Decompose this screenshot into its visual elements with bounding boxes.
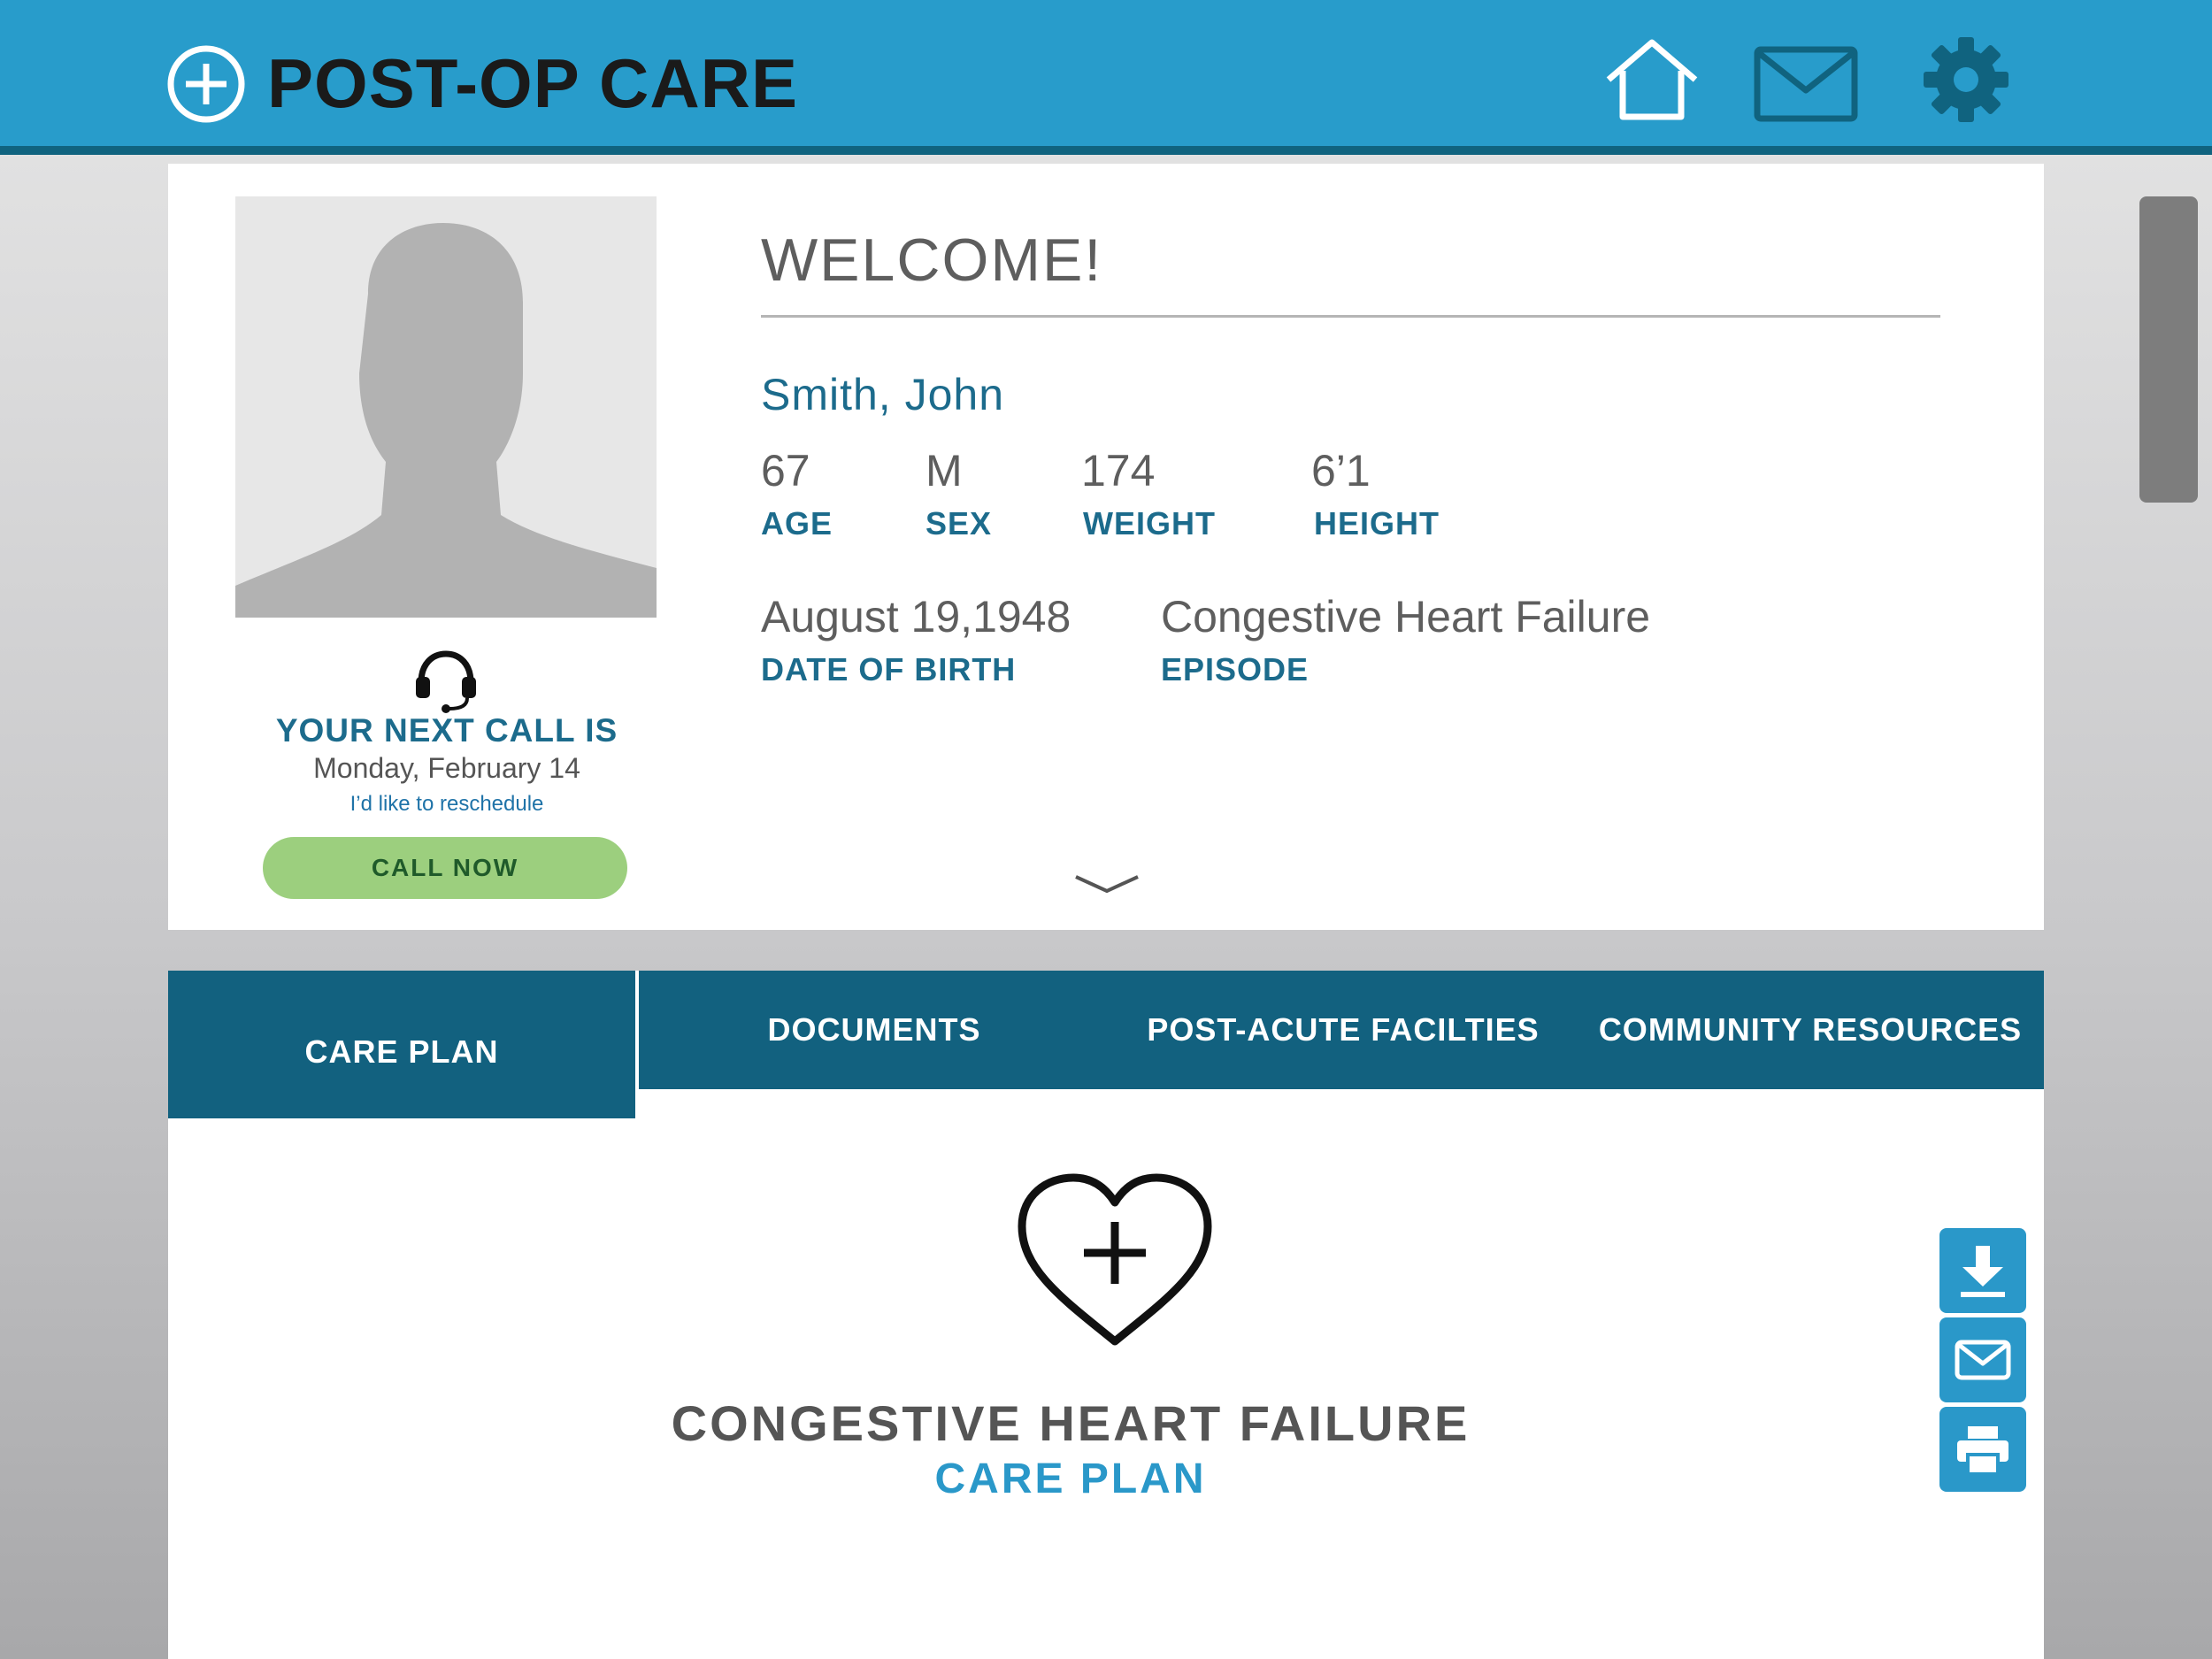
dob-label: DATE OF BIRTH (761, 651, 1017, 687)
age-label: AGE (761, 505, 833, 541)
patient-name: Smith, John (761, 370, 1005, 419)
next-call-date: Monday, February 14 (313, 752, 580, 784)
care-plan-subtitle: CARE PLAN (934, 1455, 1207, 1502)
tab-documents[interactable]: DOCUMENTS (639, 971, 1110, 1089)
welcome-heading: WELCOME! (761, 227, 1103, 294)
height-label: HEIGHT (1314, 505, 1440, 541)
episode-value: Congestive Heart Failure (1161, 592, 1651, 641)
app-header: POST-OP CARE (0, 0, 2212, 155)
email-button[interactable] (1939, 1317, 2026, 1402)
tab-community-resources[interactable]: COMMUNITY RESOURCES (1577, 971, 2044, 1089)
heart-plus-icon (1018, 1173, 1212, 1346)
height-value: 6’1 (1311, 446, 1371, 495)
download-icon (1961, 1246, 2005, 1297)
sex-label: SEX (926, 505, 993, 541)
profile-card: YOUR NEXT CALL IS Monday, February 14 I’… (168, 164, 2044, 930)
person-silhouette-icon (235, 223, 657, 618)
download-button[interactable] (1939, 1228, 2026, 1313)
reschedule-link[interactable]: I’d like to reschedule (212, 792, 681, 817)
mail-icon[interactable] (1754, 44, 1858, 124)
call-now-button[interactable]: CALL NOW (263, 837, 627, 899)
episode-label: EPISODE (1161, 651, 1310, 687)
tab-post-acute-facilities[interactable]: POST-ACUTE FACILTIES (1110, 971, 1577, 1089)
tab-divider (635, 971, 639, 1089)
gear-icon[interactable] (1922, 35, 2010, 124)
care-plan-title: CONGESTIVE HEART FAILURE (671, 1395, 1471, 1451)
tab-bar: CARE PLAN DOCUMENTS POST-ACUTE FACILTIES… (168, 971, 2044, 1118)
next-call-label: YOUR NEXT CALL IS (275, 712, 618, 749)
mail-icon (1955, 1340, 2011, 1380)
plus-circle-icon (167, 45, 245, 123)
chevron-down-icon[interactable] (1072, 872, 1141, 898)
home-icon[interactable] (1603, 35, 1701, 124)
scrollbar-thumb[interactable] (2139, 196, 2198, 503)
weight-label: WEIGHT (1083, 505, 1216, 541)
divider (761, 315, 1940, 318)
print-icon (1957, 1426, 2008, 1476)
dob-value: August 19,1948 (761, 592, 1071, 641)
app-title: POST-OP CARE (267, 44, 799, 122)
print-button[interactable] (1939, 1407, 2026, 1492)
sex-value: M (926, 446, 963, 495)
care-plan-panel: CONGESTIVE HEART FAILURE CARE PLAN (168, 1089, 2044, 1659)
weight-value: 174 (1081, 446, 1156, 495)
headset-icon (416, 650, 476, 713)
tab-care-plan[interactable]: CARE PLAN (168, 971, 635, 1118)
age-value: 67 (761, 446, 810, 495)
avatar (235, 196, 657, 618)
